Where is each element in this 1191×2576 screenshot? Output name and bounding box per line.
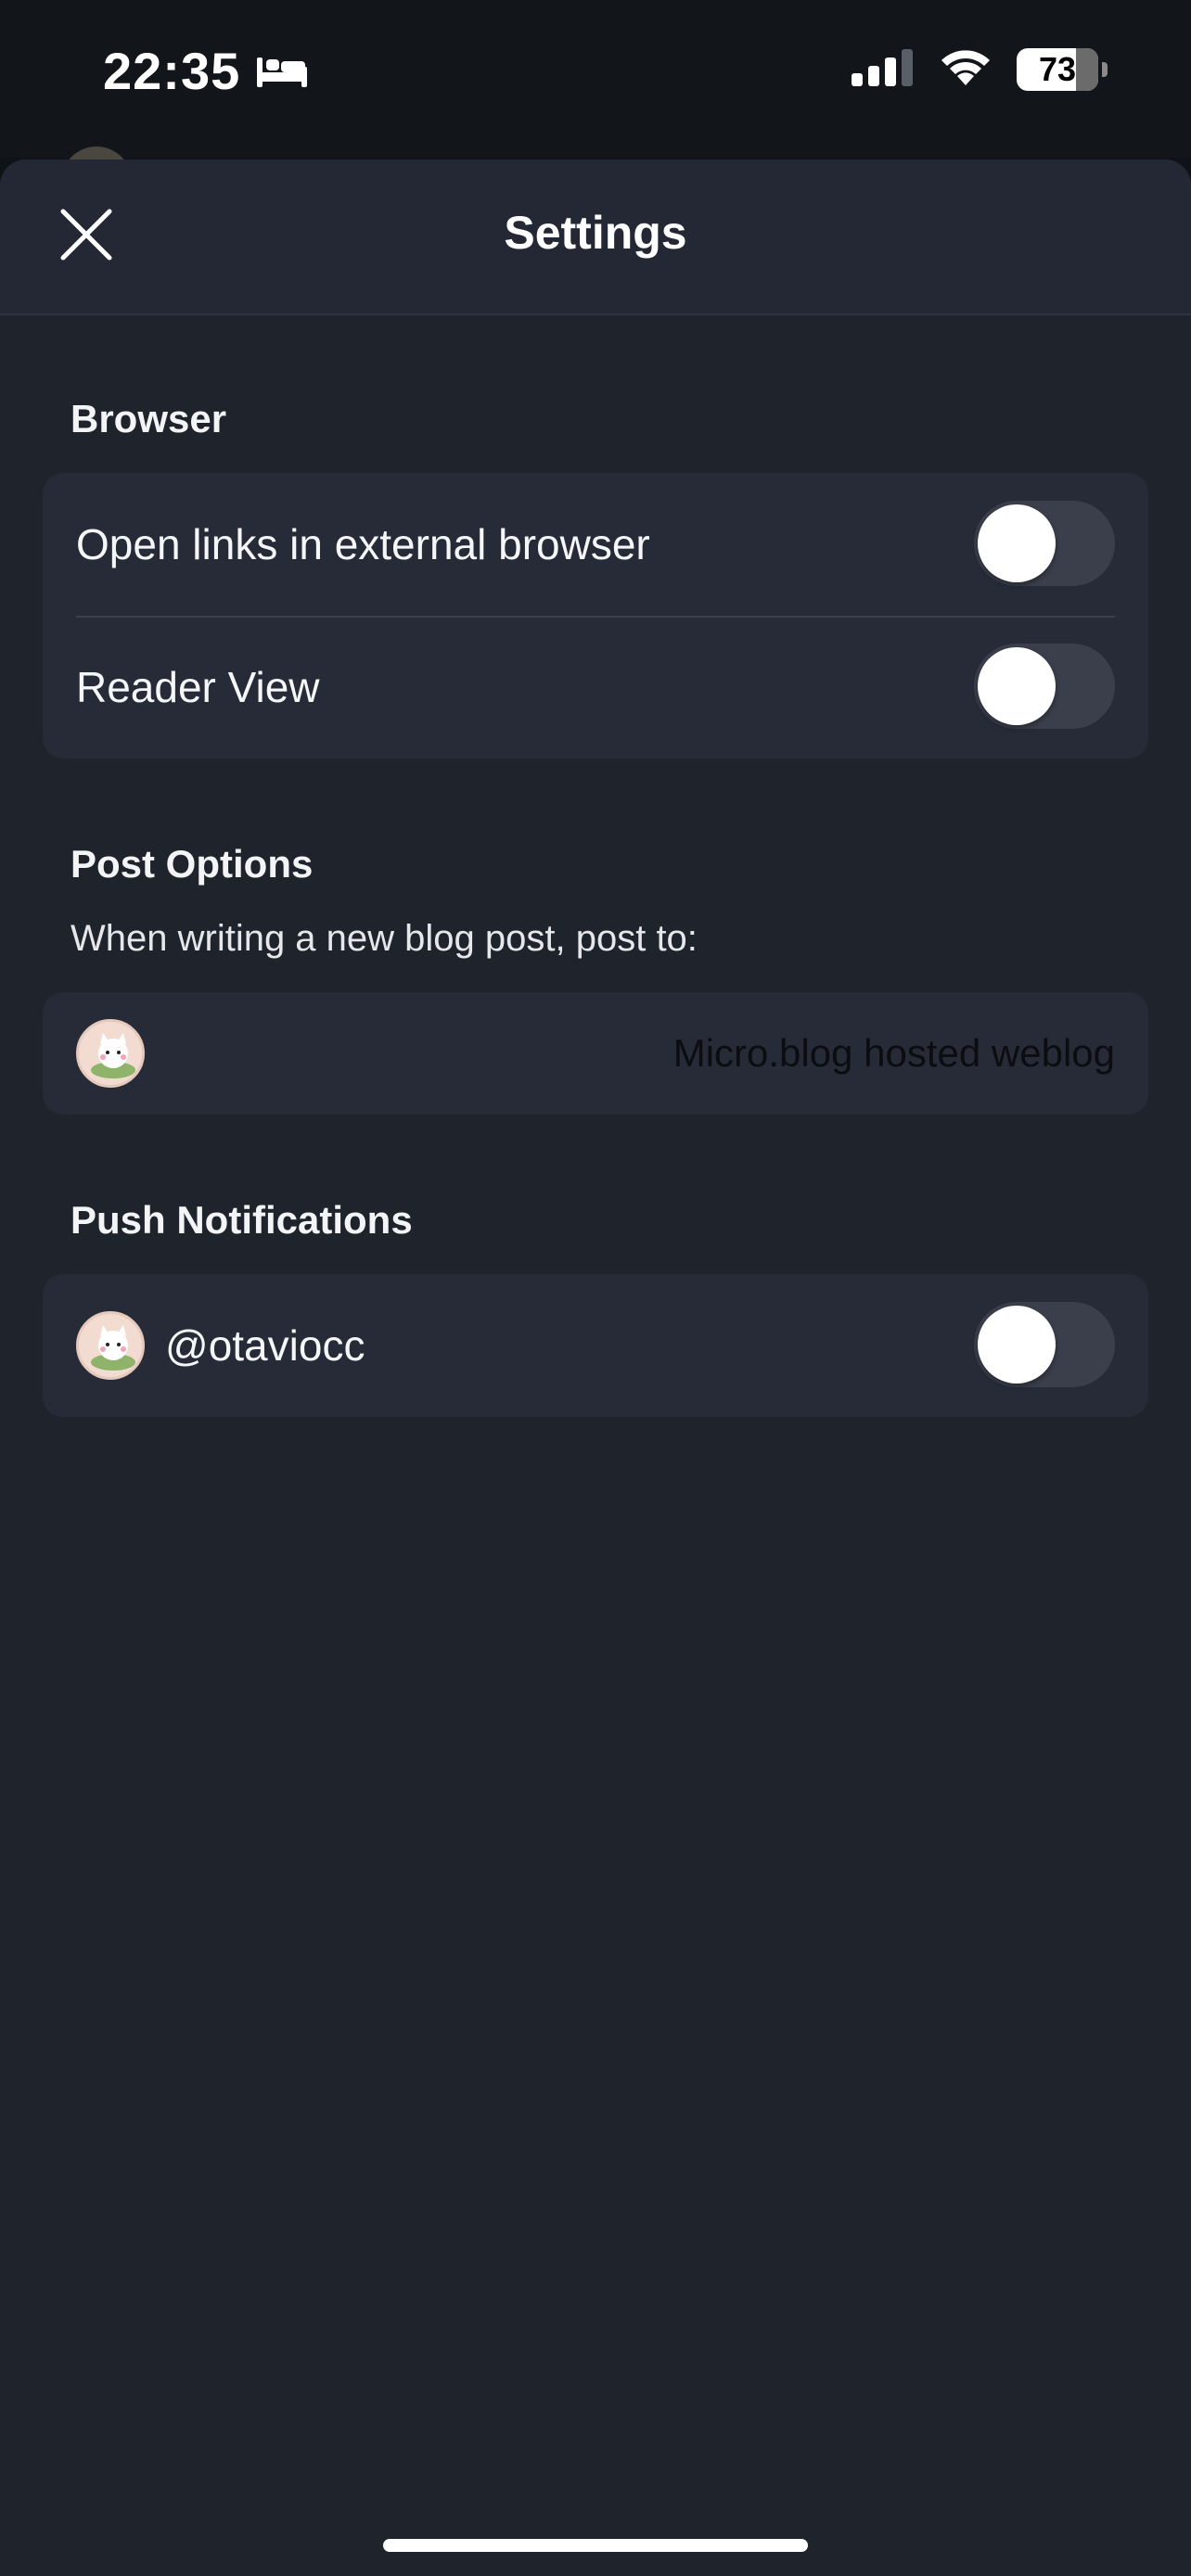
toggle-reader-view[interactable] xyxy=(974,644,1115,729)
post-options-description: When writing a new blog post, post to: xyxy=(70,918,698,959)
status-time-text: 22:35 xyxy=(103,42,241,100)
home-indicator[interactable] xyxy=(383,2539,808,2552)
battery-icon: 73 xyxy=(1017,47,1108,91)
settings-sheet: Settings Browser Open links in external … xyxy=(0,159,1191,2576)
account-username: @otaviocc xyxy=(165,1321,365,1370)
post-destination-card[interactable]: Micro.blog hosted weblog xyxy=(43,992,1148,1115)
browser-card: Open links in external browser Reader Vi… xyxy=(43,473,1148,759)
section-title-browser: Browser xyxy=(70,397,227,440)
sheet-header: Settings xyxy=(0,159,1191,315)
setting-label-external-browser: Open links in external browser xyxy=(76,520,650,568)
status-time: 22:35 xyxy=(103,41,309,101)
section-title-post-options: Post Options xyxy=(70,842,314,886)
section-title-push-notifications: Push Notifications xyxy=(70,1198,413,1242)
setting-row-reader-view: Reader View xyxy=(43,616,1148,759)
avatar xyxy=(76,1311,145,1380)
wifi-icon xyxy=(939,46,992,92)
setting-label-reader-view: Reader View xyxy=(76,663,320,711)
battery-level: 73 xyxy=(1038,49,1077,88)
status-bar: 22:35 73 xyxy=(0,0,1191,158)
push-notifications-card: @otaviocc xyxy=(43,1274,1148,1417)
post-destination-value: Micro.blog hosted weblog xyxy=(672,1031,1115,1075)
status-icons: 73 xyxy=(852,46,1108,92)
cellular-signal-icon xyxy=(852,47,915,91)
post-destination-row[interactable]: Micro.blog hosted weblog xyxy=(43,992,1148,1115)
toggle-push-notifications[interactable] xyxy=(974,1302,1115,1387)
toggle-external-browser[interactable] xyxy=(974,501,1115,586)
avatar xyxy=(76,1019,145,1088)
push-notification-account-row: @otaviocc xyxy=(43,1274,1148,1417)
setting-row-external-browser: Open links in external browser xyxy=(43,473,1148,616)
page-title: Settings xyxy=(504,207,687,259)
bed-icon xyxy=(255,41,309,101)
